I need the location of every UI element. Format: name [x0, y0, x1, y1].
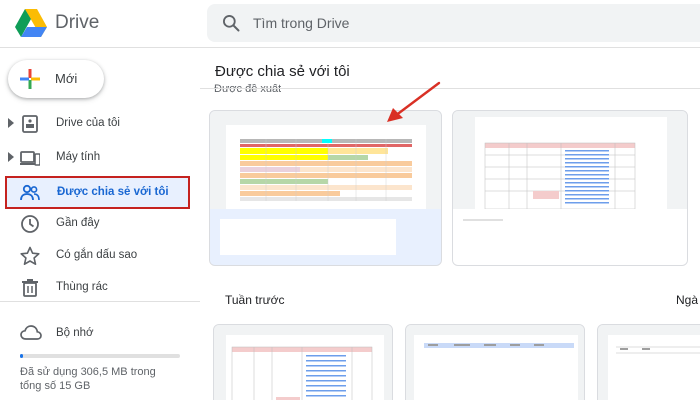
sidebar-item-label: Thùng rác [56, 281, 108, 293]
storage-progress-fill [20, 354, 24, 358]
spreadsheet-preview [226, 335, 384, 400]
storage-usage-text: Đã sử dụng 306,5 MB trong tổng số 15 GB [20, 366, 156, 392]
sidebar-item-label: Có gắn dấu sao [56, 249, 138, 261]
expand-arrow-icon[interactable] [7, 118, 15, 128]
file-thumbnail [406, 325, 584, 400]
cloud-icon [20, 325, 42, 340]
top-bar: Drive [0, 0, 700, 48]
my-drive-icon [22, 115, 38, 133]
search-input[interactable] [253, 12, 673, 34]
file-thumbnail [598, 325, 700, 400]
file-card[interactable] [452, 110, 688, 266]
spreadsheet-preview [414, 335, 578, 400]
new-button[interactable]: Mới [8, 60, 104, 98]
sidebar-item-trash[interactable]: Thùng rác [0, 272, 200, 304]
file-thumbnail [453, 111, 687, 211]
search-bar[interactable] [207, 4, 700, 42]
search-icon[interactable] [221, 13, 241, 33]
new-button-label: Mới [55, 71, 78, 86]
spreadsheet-preview [475, 117, 667, 211]
drive-logo-icon[interactable] [14, 8, 48, 38]
sidebar-item-my-drive[interactable]: Drive của tôi [0, 108, 200, 140]
sidebar-item-label: Gần đây [56, 217, 100, 229]
sidebar-item-label: Máy tính [56, 151, 101, 163]
file-name-placeholder [463, 219, 503, 221]
spreadsheet-preview [226, 125, 426, 211]
section-label-previous-week: Tuần trước [225, 293, 285, 307]
page-title: Được chia sẻ với tôi [215, 60, 356, 84]
storage-progress-bar [20, 354, 180, 358]
file-thumbnail [210, 111, 441, 211]
sidebar-item-recent[interactable]: Gần đây [0, 208, 200, 240]
sidebar-item-computers[interactable]: Máy tính [0, 142, 200, 174]
section-label-partial: Ngà [676, 293, 699, 307]
file-card[interactable] [209, 110, 442, 266]
computer-icon [20, 151, 40, 166]
title-divider [200, 88, 700, 89]
sidebar-divider [0, 301, 200, 302]
file-thumbnail [214, 325, 392, 400]
star-icon [20, 246, 40, 266]
spreadsheet-preview [608, 335, 700, 400]
trash-icon [22, 279, 38, 297]
file-card[interactable] [597, 324, 700, 400]
sidebar-item-starred[interactable]: Có gắn dấu sao [0, 240, 200, 272]
sidebar: Mới Drive của tôi Máy tính Được chia sẻ … [0, 48, 200, 400]
main-content: Được đề xuất Được chia sẻ với tôi Tuần t… [200, 48, 700, 400]
sidebar-item-label: Được chia sẻ với tôi [57, 186, 169, 198]
shared-with-me-icon [20, 184, 40, 201]
sidebar-item-shared-with-me[interactable]: Được chia sẻ với tôi [5, 176, 190, 209]
annotation-arrow-icon [387, 81, 441, 122]
expand-arrow-icon[interactable] [7, 152, 15, 162]
file-card[interactable] [213, 324, 393, 400]
file-card-footer [210, 209, 441, 265]
file-card-footer [453, 209, 687, 265]
sidebar-item-label: Drive của tôi [56, 117, 120, 129]
app-title: Drive [55, 12, 100, 33]
clock-icon [21, 215, 39, 233]
file-name-placeholder [220, 219, 396, 255]
storage-label[interactable]: Bộ nhớ [56, 327, 94, 339]
file-card[interactable] [405, 324, 585, 400]
plus-icon [20, 69, 40, 89]
